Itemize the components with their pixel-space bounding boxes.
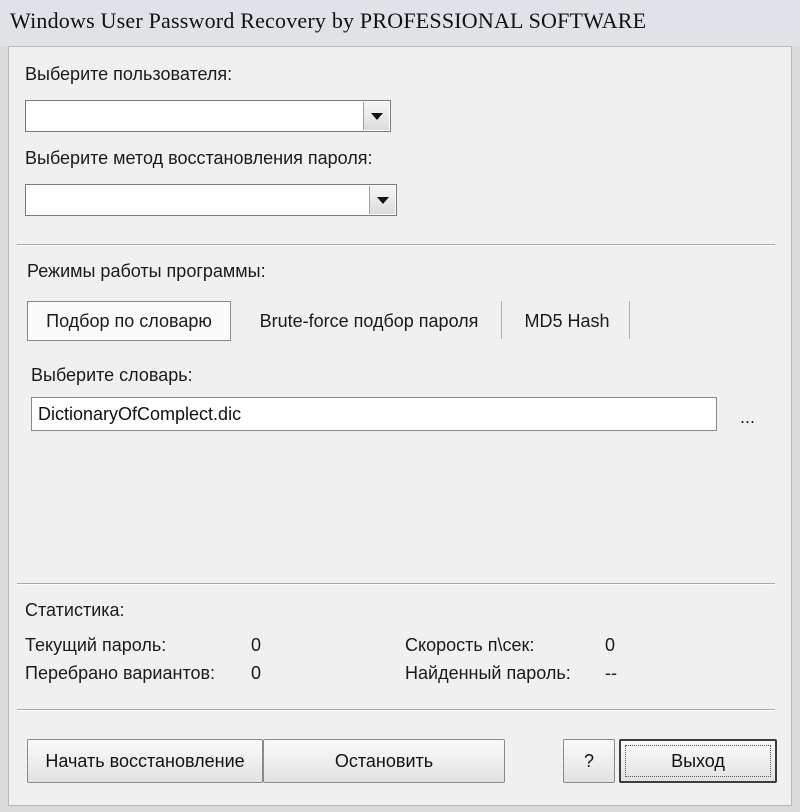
current-password-value: 0 bbox=[251, 635, 262, 655]
stop-button[interactable]: Остановить bbox=[263, 739, 505, 783]
chevron-down-icon bbox=[377, 197, 389, 204]
stats-title: Статистика: bbox=[25, 600, 125, 620]
focus-rectangle bbox=[625, 745, 771, 777]
tried-variants-value: 0 bbox=[251, 663, 262, 683]
user-select-label: Выберите пользователя: bbox=[25, 64, 233, 84]
tab-md5-hash[interactable]: MD5 Hash bbox=[505, 301, 629, 341]
separator-top bbox=[17, 244, 775, 246]
speed-value: 0 bbox=[605, 635, 616, 655]
tab-divider bbox=[501, 301, 502, 339]
dialog-client-area: Выберите пользователя: Выберите метод во… bbox=[8, 46, 792, 806]
separator-bottom bbox=[17, 709, 775, 711]
user-select-combobox[interactable] bbox=[25, 100, 391, 132]
found-password-value: -- bbox=[605, 663, 617, 683]
modes-label: Режимы работы программы: bbox=[27, 261, 266, 281]
chevron-down-icon bbox=[371, 113, 383, 120]
method-select-dropdown-button[interactable] bbox=[369, 186, 395, 214]
app-window: Windows User Password Recovery by PROFES… bbox=[0, 0, 800, 812]
method-select-combobox[interactable] bbox=[25, 184, 397, 216]
dictionary-label: Выберите словарь: bbox=[31, 365, 193, 385]
tab-dictionary[interactable]: Подбор по словарю bbox=[27, 301, 231, 341]
tried-variants-label: Перебрано вариантов: bbox=[25, 663, 216, 683]
dictionary-path-field[interactable]: DictionaryOfComplect.dic bbox=[31, 397, 717, 431]
found-password-label: Найденный пароль: bbox=[405, 663, 571, 683]
help-button[interactable]: ? bbox=[563, 739, 615, 783]
title-bar[interactable]: Windows User Password Recovery by PROFES… bbox=[0, 0, 800, 46]
speed-label: Скорость п\сек: bbox=[405, 635, 535, 655]
user-select-dropdown-button[interactable] bbox=[363, 102, 389, 130]
current-password-label: Текущий пароль: bbox=[25, 635, 167, 655]
start-recovery-button[interactable]: Начать восстановление bbox=[27, 739, 263, 783]
tab-brute-force[interactable]: Brute-force подбор пароля bbox=[241, 301, 497, 341]
exit-button[interactable]: Выход bbox=[619, 739, 777, 783]
separator-middle bbox=[17, 583, 775, 585]
tab-divider bbox=[629, 301, 630, 339]
browse-dictionary-button[interactable]: ... bbox=[740, 407, 755, 428]
window-title: Windows User Password Recovery by PROFES… bbox=[10, 8, 647, 33]
method-select-label: Выберите метод восстановления пароля: bbox=[25, 148, 373, 168]
